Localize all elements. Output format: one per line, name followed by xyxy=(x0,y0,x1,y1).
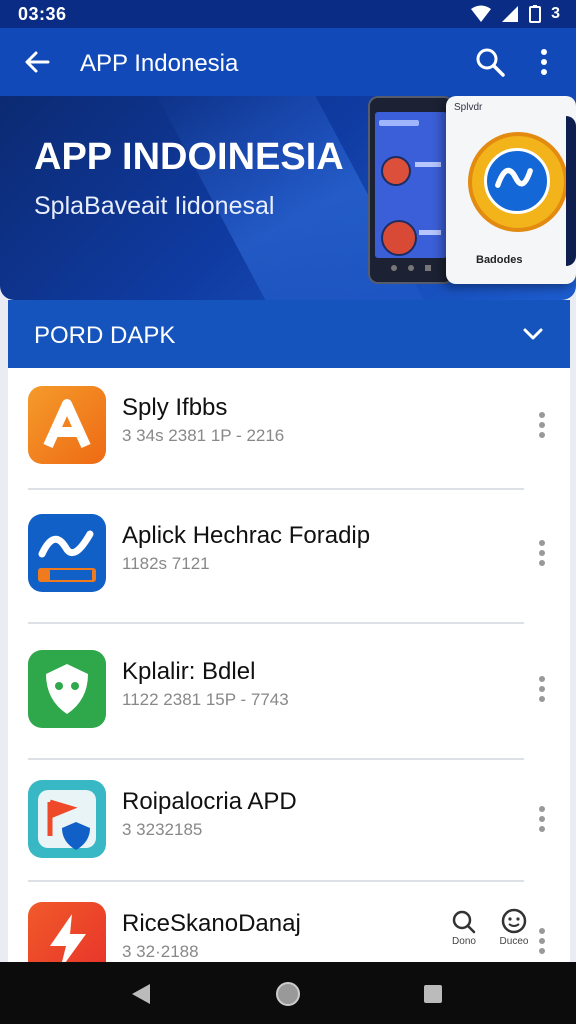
status-bar: 03:36 3 xyxy=(0,0,576,28)
mini-action-smiley[interactable]: Duceo xyxy=(494,908,534,947)
orange-a-icon xyxy=(28,386,106,464)
card-bottom-label: Badodes xyxy=(476,254,523,266)
green-shield-icon xyxy=(28,650,106,728)
card-edge xyxy=(566,116,576,266)
status-icons: 3 xyxy=(471,5,560,23)
nav-recents-icon[interactable] xyxy=(423,984,443,1004)
more-vert-icon[interactable] xyxy=(536,926,548,956)
more-vert-icon[interactable] xyxy=(536,674,548,704)
mini-action-search[interactable]: Dono xyxy=(444,908,484,947)
system-nav-bar xyxy=(0,962,576,1024)
card-top-label: Splvdr xyxy=(454,102,483,113)
app-bar: APP Indonesia xyxy=(0,28,576,96)
search-icon xyxy=(452,910,476,934)
app-name: RiceSkanoDanaj xyxy=(122,910,301,937)
seal-logo-icon xyxy=(468,132,568,232)
back-arrow-icon[interactable] xyxy=(22,47,52,77)
section-title: PORD DAPK xyxy=(34,322,176,349)
smiley-icon xyxy=(501,908,527,934)
app-card-illustration: Splvdr Badodes xyxy=(446,96,576,284)
phone-screen xyxy=(375,112,447,258)
status-time: 03:36 xyxy=(18,4,67,24)
more-vert-icon[interactable] xyxy=(536,46,552,78)
app-list-panel: PORD DAPK Sply Ifbbs 3 34s 2381 1P - 221… xyxy=(8,300,570,980)
nav-back-icon[interactable] xyxy=(130,982,152,1006)
app-meta: 3 34s 2381 1P - 2216 xyxy=(122,426,285,445)
divider xyxy=(28,488,524,490)
section-header[interactable]: PORD DAPK xyxy=(8,300,570,368)
avatar xyxy=(381,156,411,186)
chevron-down-icon[interactable] xyxy=(522,326,544,342)
phone-screen-line xyxy=(415,162,441,167)
phone-nav-icons xyxy=(391,265,431,271)
wave-icon xyxy=(495,167,533,188)
nav-home-icon[interactable] xyxy=(275,981,301,1007)
blue-wave-icon xyxy=(28,514,106,592)
avatar xyxy=(381,220,417,256)
app-name: Sply Ifbbs xyxy=(122,394,228,421)
app-bar-title: APP Indonesia xyxy=(80,50,239,77)
app-meta: 3 32·2188 xyxy=(122,942,199,961)
app-meta: 1182s 7121 xyxy=(122,554,210,573)
app-name: Roipalocria APD xyxy=(122,788,297,815)
mini-action-label: Dono xyxy=(452,936,476,947)
phone-screen-bar xyxy=(379,120,419,126)
status-number: 3 xyxy=(551,5,560,22)
wifi-icon xyxy=(471,5,492,22)
divider xyxy=(28,880,524,882)
app-name: Aplick Hechrac Foradip xyxy=(122,522,371,549)
more-vert-icon[interactable] xyxy=(536,410,548,440)
seal-inner xyxy=(484,148,550,214)
battery-icon xyxy=(529,5,542,23)
list-item[interactable]: Roipalocria APD 3 3232185 xyxy=(8,762,570,890)
list-item[interactable]: Sply Ifbbs 3 34s 2381 1P - 2216 xyxy=(8,368,570,496)
mini-action-label: Duceo xyxy=(499,936,529,947)
divider xyxy=(28,622,524,624)
list-item[interactable]: Aplick Hechrac Foradip 1182s 7121 xyxy=(8,496,570,624)
phone-illustration xyxy=(368,96,454,284)
hero-banner[interactable]: APP INDOINESIA SplaBaveait Iidonesal Spl… xyxy=(0,96,576,300)
teal-flag-icon xyxy=(28,780,106,858)
app-meta: 1122 2381 15P - 7743 xyxy=(122,690,289,709)
search-icon[interactable] xyxy=(474,46,506,78)
signal-icon xyxy=(502,6,519,22)
phone-screen-line xyxy=(419,230,441,235)
more-vert-icon[interactable] xyxy=(536,804,548,834)
more-vert-icon[interactable] xyxy=(536,538,548,568)
hero-title: APP INDOINESIA xyxy=(34,136,344,178)
list-item[interactable]: Kplalir: Bdlel 1122 2381 15P - 7743 xyxy=(8,632,570,760)
app-name: Kplalir: Bdlel xyxy=(122,658,256,685)
divider xyxy=(28,758,524,760)
hero-subtitle: SplaBaveait Iidonesal xyxy=(34,192,275,220)
app-meta: 3 3232185 xyxy=(122,820,203,839)
